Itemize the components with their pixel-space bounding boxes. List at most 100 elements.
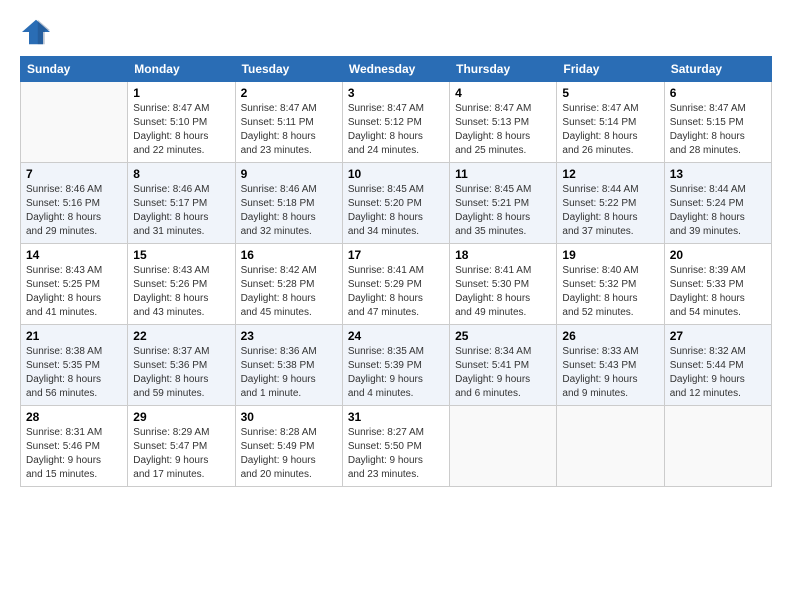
day-number: 24 bbox=[348, 329, 444, 343]
day-number: 17 bbox=[348, 248, 444, 262]
day-number: 4 bbox=[455, 86, 551, 100]
day-number: 1 bbox=[133, 86, 229, 100]
calendar-cell: 31Sunrise: 8:27 AM Sunset: 5:50 PM Dayli… bbox=[342, 406, 449, 487]
day-number: 30 bbox=[241, 410, 337, 424]
calendar-cell: 18 Sunrise: 8:41 AM Sunset: 5:30 PM Dayli… bbox=[450, 244, 557, 325]
calendar-cell bbox=[557, 406, 664, 487]
day-info: Sunrise: 8:35 AM Sunset: 5:39 PM Dayligh… bbox=[348, 345, 444, 401]
day-number: 25 bbox=[455, 329, 551, 343]
day-info: Sunrise: 8:39 AM Sunset: 5:33 PM Dayligh… bbox=[670, 264, 766, 320]
day-info: Sunrise: 8:46 AM Sunset: 5:18 PM Dayligh… bbox=[241, 183, 337, 239]
calendar-cell: 1 Sunrise: 8:47 AM Sunset: 5:10 PM Daylig… bbox=[128, 82, 235, 163]
calendar-cell: 12 Sunrise: 8:44 AM Sunset: 5:22 PM Dayli… bbox=[557, 163, 664, 244]
day-info: Sunrise: 8:47 AM Sunset: 5:15 PM Dayligh… bbox=[670, 102, 766, 158]
day-info: Sunrise: 8:47 AM Sunset: 5:11 PM Dayligh… bbox=[241, 102, 337, 158]
calendar-cell: 4 Sunrise: 8:47 AM Sunset: 5:13 PM Daylig… bbox=[450, 82, 557, 163]
calendar-week-row: 14 Sunrise: 8:43 AM Sunset: 5:25 PM Dayli… bbox=[21, 244, 772, 325]
day-info: Sunrise: 8:44 AM Sunset: 5:24 PM Dayligh… bbox=[670, 183, 766, 239]
day-number: 13 bbox=[670, 167, 766, 181]
day-info: Sunrise: 8:34 AM Sunset: 5:41 PM Dayligh… bbox=[455, 345, 551, 401]
weekday-header: Thursday bbox=[450, 57, 557, 82]
day-info: Sunrise: 8:43 AM Sunset: 5:25 PM Dayligh… bbox=[26, 264, 122, 320]
day-number: 18 bbox=[455, 248, 551, 262]
day-number: 3 bbox=[348, 86, 444, 100]
day-number: 28 bbox=[26, 410, 122, 424]
day-info: Sunrise: 8:44 AM Sunset: 5:22 PM Dayligh… bbox=[562, 183, 658, 239]
day-number: 16 bbox=[241, 248, 337, 262]
day-number: 12 bbox=[562, 167, 658, 181]
day-number: 19 bbox=[562, 248, 658, 262]
calendar-header-row: SundayMondayTuesdayWednesdayThursdayFrid… bbox=[21, 57, 772, 82]
day-info: Sunrise: 8:32 AM Sunset: 5:44 PM Dayligh… bbox=[670, 345, 766, 401]
day-number: 26 bbox=[562, 329, 658, 343]
day-number: 31 bbox=[348, 410, 444, 424]
day-info: Sunrise: 8:45 AM Sunset: 5:20 PM Dayligh… bbox=[348, 183, 444, 239]
day-number: 22 bbox=[133, 329, 229, 343]
day-info: Sunrise: 8:29 AM Sunset: 5:47 PM Dayligh… bbox=[133, 426, 229, 482]
day-number: 10 bbox=[348, 167, 444, 181]
day-number: 2 bbox=[241, 86, 337, 100]
weekday-header: Friday bbox=[557, 57, 664, 82]
calendar-cell: 11 Sunrise: 8:45 AM Sunset: 5:21 PM Dayli… bbox=[450, 163, 557, 244]
day-info: Sunrise: 8:38 AM Sunset: 5:35 PM Dayligh… bbox=[26, 345, 122, 401]
calendar-cell: 22 Sunrise: 8:37 AM Sunset: 5:36 PM Dayli… bbox=[128, 325, 235, 406]
day-number: 5 bbox=[562, 86, 658, 100]
calendar-cell: 6 Sunrise: 8:47 AM Sunset: 5:15 PM Daylig… bbox=[664, 82, 771, 163]
day-number: 14 bbox=[26, 248, 122, 262]
calendar-cell: 2 Sunrise: 8:47 AM Sunset: 5:11 PM Daylig… bbox=[235, 82, 342, 163]
calendar-week-row: 7 Sunrise: 8:46 AM Sunset: 5:16 PM Daylig… bbox=[21, 163, 772, 244]
day-info: Sunrise: 8:47 AM Sunset: 5:14 PM Dayligh… bbox=[562, 102, 658, 158]
day-info: Sunrise: 8:46 AM Sunset: 5:17 PM Dayligh… bbox=[133, 183, 229, 239]
calendar-cell: 23 Sunrise: 8:36 AM Sunset: 5:38 PM Dayli… bbox=[235, 325, 342, 406]
day-number: 27 bbox=[670, 329, 766, 343]
day-info: Sunrise: 8:36 AM Sunset: 5:38 PM Dayligh… bbox=[241, 345, 337, 401]
calendar-cell bbox=[664, 406, 771, 487]
day-info: Sunrise: 8:37 AM Sunset: 5:36 PM Dayligh… bbox=[133, 345, 229, 401]
day-number: 6 bbox=[670, 86, 766, 100]
page: SundayMondayTuesdayWednesdayThursdayFrid… bbox=[0, 0, 792, 612]
calendar-cell: 9 Sunrise: 8:46 AM Sunset: 5:18 PM Daylig… bbox=[235, 163, 342, 244]
logo bbox=[20, 18, 56, 46]
calendar-cell: 17 Sunrise: 8:41 AM Sunset: 5:29 PM Dayli… bbox=[342, 244, 449, 325]
calendar-cell: 8 Sunrise: 8:46 AM Sunset: 5:17 PM Daylig… bbox=[128, 163, 235, 244]
calendar-cell: 16Sunrise: 8:42 AM Sunset: 5:28 PM Dayli… bbox=[235, 244, 342, 325]
weekday-header: Monday bbox=[128, 57, 235, 82]
day-number: 20 bbox=[670, 248, 766, 262]
day-info: Sunrise: 8:46 AM Sunset: 5:16 PM Dayligh… bbox=[26, 183, 122, 239]
day-info: Sunrise: 8:45 AM Sunset: 5:21 PM Dayligh… bbox=[455, 183, 551, 239]
day-info: Sunrise: 8:43 AM Sunset: 5:26 PM Dayligh… bbox=[133, 264, 229, 320]
day-info: Sunrise: 8:47 AM Sunset: 5:10 PM Dayligh… bbox=[133, 102, 229, 158]
day-number: 23 bbox=[241, 329, 337, 343]
day-number: 11 bbox=[455, 167, 551, 181]
day-info: Sunrise: 8:41 AM Sunset: 5:30 PM Dayligh… bbox=[455, 264, 551, 320]
weekday-header: Sunday bbox=[21, 57, 128, 82]
calendar: SundayMondayTuesdayWednesdayThursdayFrid… bbox=[20, 56, 772, 487]
calendar-cell: 10 Sunrise: 8:45 AM Sunset: 5:20 PM Dayli… bbox=[342, 163, 449, 244]
day-info: Sunrise: 8:41 AM Sunset: 5:29 PM Dayligh… bbox=[348, 264, 444, 320]
day-info: Sunrise: 8:47 AM Sunset: 5:12 PM Dayligh… bbox=[348, 102, 444, 158]
weekday-header: Saturday bbox=[664, 57, 771, 82]
calendar-cell: 15 Sunrise: 8:43 AM Sunset: 5:26 PM Dayli… bbox=[128, 244, 235, 325]
day-info: Sunrise: 8:31 AM Sunset: 5:46 PM Dayligh… bbox=[26, 426, 122, 482]
logo-icon bbox=[20, 18, 52, 46]
header bbox=[20, 18, 772, 46]
day-number: 8 bbox=[133, 167, 229, 181]
day-info: Sunrise: 8:33 AM Sunset: 5:43 PM Dayligh… bbox=[562, 345, 658, 401]
calendar-cell: 20 Sunrise: 8:39 AM Sunset: 5:33 PM Dayli… bbox=[664, 244, 771, 325]
calendar-cell bbox=[450, 406, 557, 487]
day-number: 15 bbox=[133, 248, 229, 262]
calendar-cell: 25 Sunrise: 8:34 AM Sunset: 5:41 PM Dayli… bbox=[450, 325, 557, 406]
day-number: 9 bbox=[241, 167, 337, 181]
day-number: 7 bbox=[26, 167, 122, 181]
day-info: Sunrise: 8:28 AM Sunset: 5:49 PM Dayligh… bbox=[241, 426, 337, 482]
calendar-cell: 13 Sunrise: 8:44 AM Sunset: 5:24 PM Dayli… bbox=[664, 163, 771, 244]
calendar-cell: 14 Sunrise: 8:43 AM Sunset: 5:25 PM Dayli… bbox=[21, 244, 128, 325]
weekday-header: Wednesday bbox=[342, 57, 449, 82]
calendar-cell: 26 Sunrise: 8:33 AM Sunset: 5:43 PM Dayli… bbox=[557, 325, 664, 406]
weekday-header: Tuesday bbox=[235, 57, 342, 82]
day-number: 29 bbox=[133, 410, 229, 424]
day-info: Sunrise: 8:40 AM Sunset: 5:32 PM Dayligh… bbox=[562, 264, 658, 320]
day-info: Sunrise: 8:47 AM Sunset: 5:13 PM Dayligh… bbox=[455, 102, 551, 158]
calendar-week-row: 1 Sunrise: 8:47 AM Sunset: 5:10 PM Daylig… bbox=[21, 82, 772, 163]
calendar-cell: 28 Sunrise: 8:31 AM Sunset: 5:46 PM Dayli… bbox=[21, 406, 128, 487]
